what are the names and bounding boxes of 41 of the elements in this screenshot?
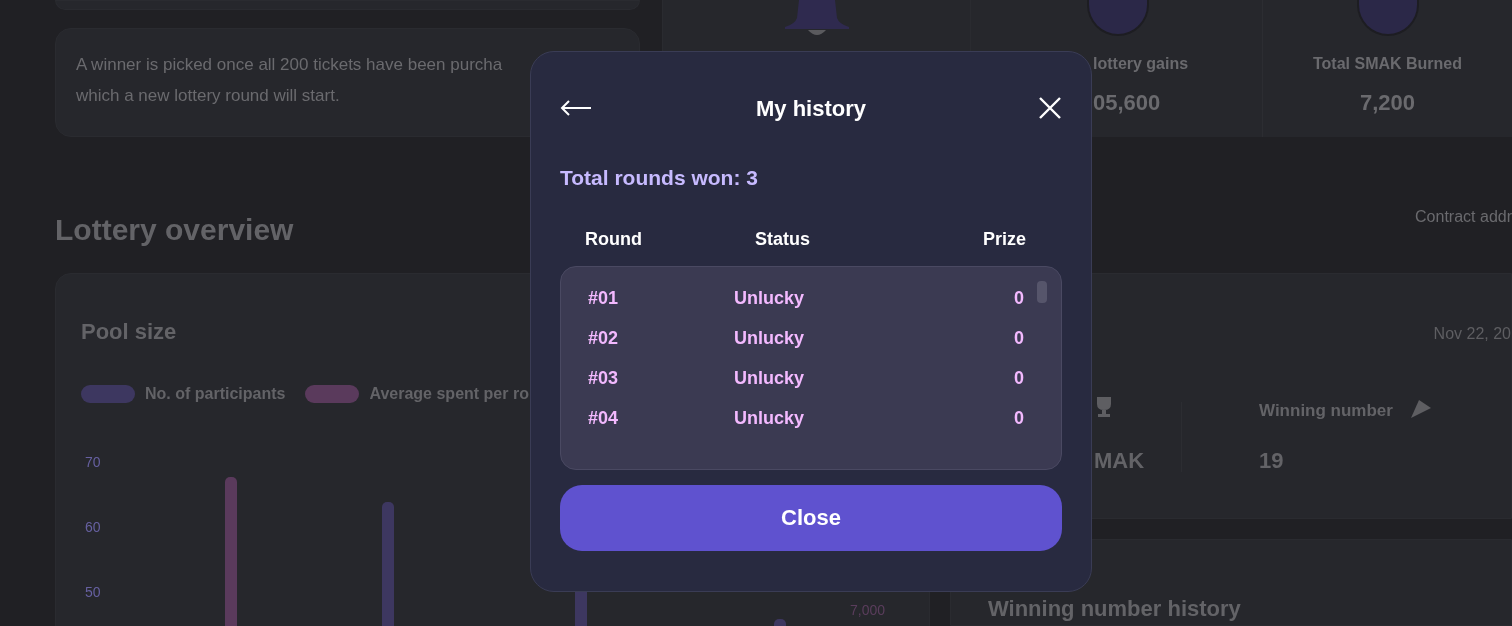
section-title: Lottery overview — [55, 212, 294, 248]
close-dialog-button[interactable]: Close — [560, 484, 1062, 551]
info-text: A winner is picked once all 200 tickets have been purcha — [76, 54, 503, 76]
axis-tick-label: 70 — [85, 453, 102, 472]
trophy-icon — [1094, 396, 1114, 418]
status-cell-text: Unlucky — [734, 326, 806, 350]
round-cell-text: #02 — [588, 326, 620, 350]
axis-tick-label: 50 — [85, 583, 102, 602]
chart-title: Pool size — [81, 318, 177, 346]
status-cell-text: Unlucky — [734, 406, 806, 430]
winning-label: Winning number — [1259, 400, 1393, 422]
prize-cell-text: 0 — [1013, 406, 1024, 430]
prize-cell-text: 0 — [1013, 286, 1024, 310]
dialog-title: My history — [755, 94, 867, 123]
round-cell-text: #01 — [588, 286, 620, 310]
scrollbar-thumb[interactable] — [1037, 280, 1047, 303]
column-header: Round — [585, 227, 643, 251]
prize-cell-text: 0 — [1013, 366, 1024, 390]
history-title: Winning number history — [988, 595, 1242, 623]
prize-value: MAK — [1094, 447, 1145, 475]
round-cell-text: #04 — [588, 406, 620, 430]
contract-label: Contract addr — [1415, 207, 1512, 227]
winning-value: 19 — [1259, 447, 1284, 475]
round-cell-text: #03 — [588, 366, 620, 390]
back-arrow-icon — [560, 100, 592, 116]
rounds-won-summary: Total rounds won: 3 — [560, 165, 759, 191]
status-cell-text: Unlucky — [734, 366, 806, 390]
column-header: Status — [755, 227, 811, 251]
stat-value: 7,200 — [1359, 89, 1416, 117]
stat-label: lottery gains — [1093, 54, 1189, 74]
close-icon — [1038, 96, 1062, 120]
round-date: Nov 22, 20 — [1433, 324, 1511, 344]
stat-label: Total SMAK Burned — [1313, 54, 1462, 74]
chart-bar — [774, 619, 786, 626]
info-text: which a new lottery round will start. — [76, 85, 340, 107]
stat-value: 05,600 — [1093, 89, 1161, 117]
prize-cell-text: 0 — [1013, 326, 1024, 350]
legend-label: Average spent per ro — [369, 384, 529, 404]
status-cell-text: Unlucky — [734, 286, 806, 310]
legend-label: No. of participants — [145, 384, 286, 404]
column-header: Prize — [981, 227, 1026, 251]
